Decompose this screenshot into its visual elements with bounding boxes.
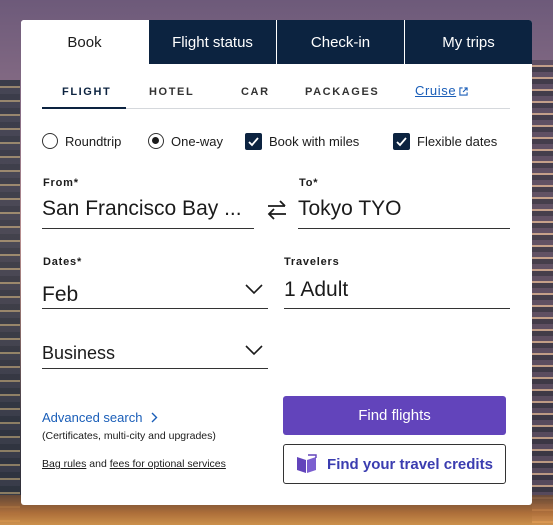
flexible-dates-option[interactable]: Flexible dates [393, 130, 497, 152]
main-tabs: Book Flight status Check-in My trips [21, 20, 532, 64]
background-city-right [532, 60, 553, 525]
flexible-dates-checkbox[interactable] [393, 132, 410, 150]
from-input[interactable]: San Francisco Bay ... [42, 197, 254, 221]
cruise-link-label[interactable]: Cruise [415, 83, 456, 98]
dates-input[interactable]: Feb [42, 283, 232, 307]
optional-fees-link[interactable]: fees for optional services [110, 458, 226, 470]
travelers-label: Travelers [284, 256, 340, 268]
roundtrip-option[interactable]: Roundtrip [42, 130, 121, 152]
to-underline [298, 228, 510, 229]
oneway-label: One-way [171, 133, 224, 149]
find-travel-credits-button[interactable]: Find your travel credits [283, 444, 506, 484]
booking-widget: Book Flight status Check-in My trips FLI… [21, 20, 532, 505]
active-subtab-indicator [42, 107, 126, 109]
bag-rules-link[interactable]: Bag rules [42, 458, 86, 470]
tab-check-in[interactable]: Check-in [276, 20, 404, 64]
oneway-option[interactable]: One-way [148, 130, 223, 152]
background-city-left [0, 80, 20, 525]
chevron-down-icon[interactable] [245, 283, 263, 295]
book-with-miles-checkbox[interactable] [245, 132, 262, 150]
travelers-input[interactable]: 1 Adult [284, 278, 504, 302]
tab-flight-status[interactable]: Flight status [148, 20, 276, 64]
advanced-search-link[interactable]: Advanced search [42, 410, 158, 425]
bag-rules-connector: and [89, 458, 107, 470]
book-with-miles-label: Book with miles [269, 133, 360, 149]
travelers-underline [284, 308, 510, 309]
oneway-radio[interactable] [148, 133, 164, 149]
product-tabs: FLIGHT HOTEL CAR PACKAGES Cruise [42, 78, 510, 109]
tab-my-trips[interactable]: My trips [404, 20, 532, 64]
from-underline [42, 228, 254, 229]
external-link-icon [459, 87, 468, 96]
subtab-packages[interactable]: PACKAGES [305, 86, 379, 98]
subtab-car[interactable]: CAR [241, 86, 270, 98]
to-input[interactable]: Tokyo TYO [298, 197, 508, 221]
cruise-link[interactable]: Cruise [415, 83, 468, 98]
bag-rules-text: Bag rules and fees for optional services [42, 458, 226, 470]
cabin-underline [42, 368, 268, 369]
from-label: From* [43, 177, 79, 189]
checkmark-icon [248, 136, 259, 146]
book-icon [297, 454, 317, 473]
find-flights-button[interactable]: Find flights [283, 396, 506, 435]
swap-icon[interactable] [265, 200, 289, 220]
dates-underline [42, 308, 268, 309]
flexible-dates-label: Flexible dates [417, 133, 498, 149]
cabin-select[interactable]: Business [42, 343, 232, 364]
book-with-miles-option[interactable]: Book with miles [245, 130, 359, 152]
advanced-search-note: (Certificates, multi-city and upgrades) [42, 430, 216, 442]
find-travel-credits-label: Find your travel credits [327, 455, 493, 473]
subtab-hotel[interactable]: HOTEL [149, 86, 194, 98]
tab-book[interactable]: Book [21, 20, 148, 64]
checkmark-icon [396, 136, 407, 146]
roundtrip-radio[interactable] [42, 133, 58, 149]
chevron-down-icon[interactable] [245, 344, 263, 356]
subtab-flight[interactable]: FLIGHT [62, 86, 111, 98]
advanced-search-label[interactable]: Advanced search [42, 410, 142, 425]
roundtrip-label: Roundtrip [65, 133, 122, 149]
to-label: To* [299, 177, 319, 189]
dates-label: Dates* [43, 256, 83, 268]
chevron-right-icon [151, 412, 158, 423]
